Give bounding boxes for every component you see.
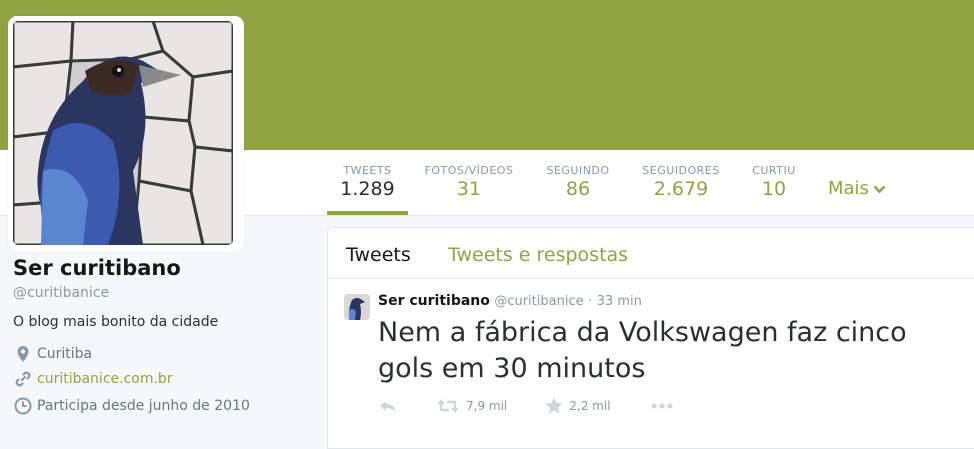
tweet-header: Ser curitibano @curitibanice · 33 min	[378, 293, 642, 309]
tab-tweets-and-replies[interactable]: Tweets e respostas	[448, 244, 628, 266]
stat-value: 10	[761, 178, 787, 200]
profile-name[interactable]: Ser curitibano	[13, 256, 181, 280]
clock-icon	[13, 396, 33, 416]
tweet-author-handle[interactable]: @curitibanice	[494, 294, 583, 309]
stat-photos-videos[interactable]: FOTOS/VÍDEOS 31	[419, 150, 519, 215]
reply-button[interactable]	[378, 398, 398, 414]
link-icon	[13, 369, 33, 389]
stat-label: SEGUINDO	[546, 164, 610, 177]
stat-value: 86	[565, 178, 591, 200]
tweet-item[interactable]: Ser curitibano @curitibanice · 33 min Ne…	[328, 279, 974, 449]
map-pin-icon	[13, 344, 33, 364]
retweet-count: 7,9 mil	[466, 398, 508, 413]
more-menu-button[interactable]: Mais	[828, 178, 886, 199]
active-tab-indicator	[327, 211, 408, 215]
tweet-text: Nem a fábrica da Volkswagen faz cinco go…	[378, 317, 907, 384]
chevron-down-icon	[873, 185, 886, 193]
bird-avatar-image	[13, 21, 233, 245]
stat-value: 2.679	[653, 178, 709, 200]
stat-tweets[interactable]: TWEETS 1.289	[327, 150, 408, 215]
location-text: Curitiba	[37, 346, 93, 362]
stat-following[interactable]: SEGUINDO 86	[542, 150, 614, 215]
stat-value: 1.289	[340, 178, 395, 200]
stat-label: TWEETS	[343, 164, 392, 177]
timeline-tabs: Tweets Tweets e respostas	[328, 228, 974, 279]
tweet-author-name[interactable]: Ser curitibano	[378, 293, 490, 309]
retweet-icon	[437, 398, 459, 413]
star-icon	[545, 397, 563, 414]
profile-joined: Participa desde junho de 2010	[13, 396, 250, 416]
more-label: Mais	[828, 178, 869, 199]
tab-tweets[interactable]: Tweets	[346, 244, 411, 266]
profile-avatar[interactable]	[8, 16, 244, 252]
profile-handle[interactable]: @curitibanice	[13, 285, 109, 301]
more-actions-button[interactable]	[651, 403, 673, 409]
like-button[interactable]: 2,2 mil	[545, 397, 611, 414]
tweet-avatar[interactable]	[344, 294, 370, 320]
retweet-button[interactable]: 7,9 mil	[436, 398, 507, 414]
stat-label: CURTIU	[752, 164, 796, 177]
website-link[interactable]: curitibanice.com.br	[37, 371, 173, 387]
timeline: Tweets Tweets e respostas Ser curitibano…	[327, 227, 974, 449]
profile-location: Curitiba	[13, 344, 92, 364]
tweet-timestamp[interactable]: 33 min	[597, 294, 642, 309]
separator-dot: ·	[588, 294, 593, 309]
reply-icon	[380, 400, 396, 412]
joined-text: Participa desde junho de 2010	[37, 398, 250, 414]
tweet-actions: 7,9 mil 2,2 mil	[378, 397, 673, 414]
stat-likes[interactable]: CURTIU 10	[748, 150, 800, 215]
more-icon	[651, 403, 673, 408]
like-count: 2,2 mil	[569, 398, 611, 413]
profile-bio: O blog mais bonito da cidade	[13, 314, 219, 330]
stat-label: FOTOS/VÍDEOS	[424, 164, 514, 177]
stat-followers[interactable]: SEGUIDORES 2.679	[638, 150, 724, 215]
stat-value: 31	[456, 178, 482, 200]
profile-website: curitibanice.com.br	[13, 369, 173, 389]
stat-label: SEGUIDORES	[642, 164, 720, 177]
